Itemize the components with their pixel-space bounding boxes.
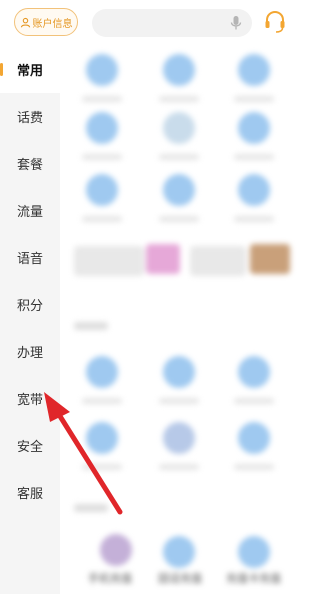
sidebar-item-common[interactable]: 常用: [0, 46, 60, 93]
service-tile-label: [159, 464, 199, 470]
service-tile-icon[interactable]: [163, 422, 195, 454]
top-header: 账户信息: [0, 0, 298, 46]
sidebar-item-label: 客服: [17, 487, 44, 502]
service-tile-icon[interactable]: [86, 54, 118, 86]
service-tile-label: [234, 398, 274, 404]
service-tile-label: [82, 464, 122, 470]
sidebar-item-broadband[interactable]: 宽带: [0, 375, 60, 422]
sidebar-item-voice[interactable]: 语音: [0, 234, 60, 281]
service-tile-icon[interactable]: [238, 174, 270, 206]
service-tile-icon[interactable]: [238, 356, 270, 388]
service-tile-label: [82, 216, 122, 222]
service-tile-label: [159, 398, 199, 404]
sidebar-item-label: 语音: [17, 252, 44, 267]
promo-banner[interactable]: [146, 244, 180, 274]
service-tile-icon[interactable]: [238, 112, 270, 144]
service-tile-label: [159, 154, 199, 160]
service-tile-icon[interactable]: [163, 356, 195, 388]
service-tile-icon[interactable]: [86, 174, 118, 206]
service-tile-label: [82, 96, 122, 102]
sidebar-item-label: 安全: [17, 440, 44, 455]
service-tile-label: 手机充值: [88, 572, 132, 585]
sidebar-item-service[interactable]: 客服: [0, 469, 60, 516]
service-tile-label: [159, 96, 199, 102]
service-tile-icon[interactable]: [86, 356, 118, 388]
account-info-button[interactable]: 账户信息: [14, 8, 78, 36]
sidebar-item-label: 流量: [17, 205, 44, 220]
mic-icon[interactable]: [230, 15, 242, 35]
sidebar-item-label: 常用: [17, 64, 44, 79]
service-tile-icon[interactable]: [238, 422, 270, 454]
service-tile-label: [234, 154, 274, 160]
promo-banner[interactable]: [250, 244, 290, 274]
category-sidebar: 常用 话费 套餐 流量 语音 积分 办理 宽带 安全 客服: [0, 46, 60, 594]
sidebar-item-label: 宽带: [17, 393, 44, 408]
service-tile-icon[interactable]: [163, 112, 195, 144]
blurred-service-grid: 手机充值 固话充值 充值卡充值: [60, 46, 298, 594]
service-tile-label: [234, 464, 274, 470]
service-tile-label: [234, 216, 274, 222]
sidebar-item-phone-bill[interactable]: 话费: [0, 93, 60, 140]
sidebar-item-handle[interactable]: 办理: [0, 328, 60, 375]
service-tile-label: [159, 216, 199, 222]
service-tile-icon[interactable]: [163, 54, 195, 86]
service-tile-icon[interactable]: [100, 534, 132, 566]
service-tile-label: 固话充值: [158, 572, 202, 585]
service-tile-label: 充值卡充值: [226, 572, 281, 585]
service-tile-icon[interactable]: [163, 174, 195, 206]
sidebar-item-security[interactable]: 安全: [0, 422, 60, 469]
service-tile-label: [82, 154, 122, 160]
service-tile-icon[interactable]: [238, 536, 270, 568]
sidebar-item-label: 办理: [17, 346, 44, 361]
service-tile-icon[interactable]: [86, 422, 118, 454]
service-tile-icon[interactable]: [238, 54, 270, 86]
promo-banner[interactable]: [74, 246, 144, 276]
service-tile-label: [82, 398, 122, 404]
service-tile-label: [234, 96, 274, 102]
sidebar-item-label: 话费: [17, 111, 44, 126]
sidebar-item-label: 套餐: [17, 158, 44, 173]
sidebar-item-label: 积分: [17, 299, 44, 314]
sidebar-item-points[interactable]: 积分: [0, 281, 60, 328]
promo-banner[interactable]: [190, 246, 246, 276]
service-content-area: 手机充值 固话充值 充值卡充值: [60, 46, 298, 594]
service-tile-icon[interactable]: [86, 112, 118, 144]
section-title: [74, 504, 108, 512]
search-input[interactable]: [92, 9, 252, 37]
user-icon: [20, 17, 31, 28]
sidebar-item-data[interactable]: 流量: [0, 187, 60, 234]
headset-icon[interactable]: [264, 10, 286, 38]
account-info-label: 账户信息: [32, 18, 73, 30]
section-title: [74, 322, 108, 330]
service-tile-icon[interactable]: [163, 536, 195, 568]
sidebar-item-plan[interactable]: 套餐: [0, 140, 60, 187]
